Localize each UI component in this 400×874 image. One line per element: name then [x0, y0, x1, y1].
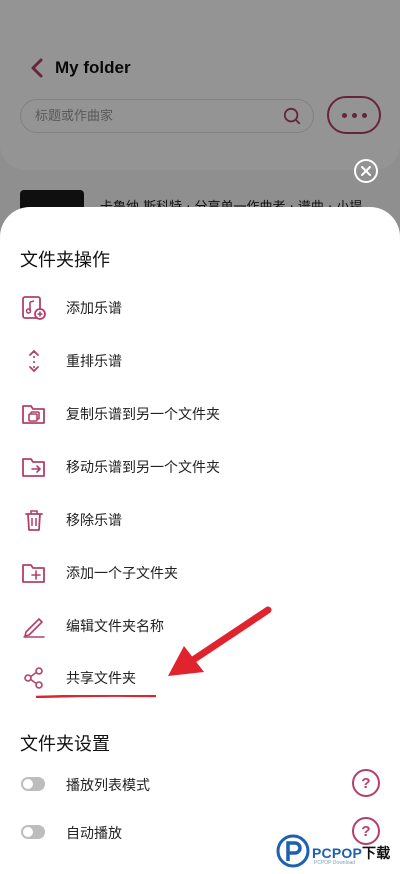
- close-button[interactable]: [354, 159, 378, 183]
- close-icon: [361, 166, 371, 176]
- section-title-folder-settings: 文件夹设置: [20, 734, 110, 755]
- annotation-underline: [36, 695, 156, 698]
- help-icon[interactable]: ?: [352, 769, 380, 797]
- copy-to-folder-icon: [22, 405, 45, 424]
- menu-item-label: 编辑文件夹名称: [66, 619, 164, 635]
- menu-item-label: 共享文件夹: [66, 671, 136, 687]
- reorder-icon: [29, 349, 39, 373]
- move-to-folder-icon: [22, 458, 45, 477]
- share-icon: [24, 667, 43, 689]
- menu-item-move-to-folder[interactable]: 移动乐谱到另一个文件夹: [0, 443, 400, 491]
- add-subfolder-icon: [22, 564, 45, 583]
- pcpop-logo-icon: [276, 834, 310, 868]
- help-glyph: ?: [361, 774, 371, 792]
- menu-item-remove-score[interactable]: 移除乐谱: [0, 496, 400, 544]
- setting-playlist-mode: 播放列表模式 ?: [0, 765, 400, 805]
- trash-icon: [25, 510, 43, 531]
- menu-item-label: 复制乐谱到另一个文件夹: [66, 407, 220, 423]
- menu-item-reorder-scores[interactable]: 重排乐谱: [0, 337, 400, 385]
- autoplay-toggle[interactable]: [21, 825, 45, 839]
- watermark-subtext: PCPOP Download: [314, 860, 356, 866]
- watermark: PCPOP下载 PCPOP Download: [276, 834, 398, 870]
- menu-item-add-subfolder[interactable]: 添加一个子文件夹: [0, 549, 400, 597]
- setting-label: 自动播放: [66, 826, 122, 842]
- menu-item-label: 重排乐谱: [66, 354, 122, 370]
- menu-item-label: 添加乐谱: [66, 301, 122, 317]
- pencil-icon: [23, 618, 45, 638]
- watermark-brand-suffix: 下载: [362, 845, 391, 861]
- playlist-mode-toggle[interactable]: [21, 777, 45, 791]
- section-title-folder-ops: 文件夹操作: [20, 250, 110, 271]
- annotation-arrow-icon: [168, 606, 272, 676]
- menu-item-label: 移除乐谱: [66, 513, 122, 529]
- menu-item-label: 添加一个子文件夹: [66, 566, 178, 582]
- menu-item-add-score[interactable]: 添加乐谱: [0, 284, 400, 332]
- setting-label: 播放列表模式: [66, 778, 150, 794]
- add-score-icon: [22, 296, 46, 320]
- watermark-brand: PCPOP: [312, 845, 363, 861]
- menu-item-label: 移动乐谱到另一个文件夹: [66, 460, 220, 476]
- menu-item-copy-to-folder[interactable]: 复制乐谱到另一个文件夹: [0, 390, 400, 438]
